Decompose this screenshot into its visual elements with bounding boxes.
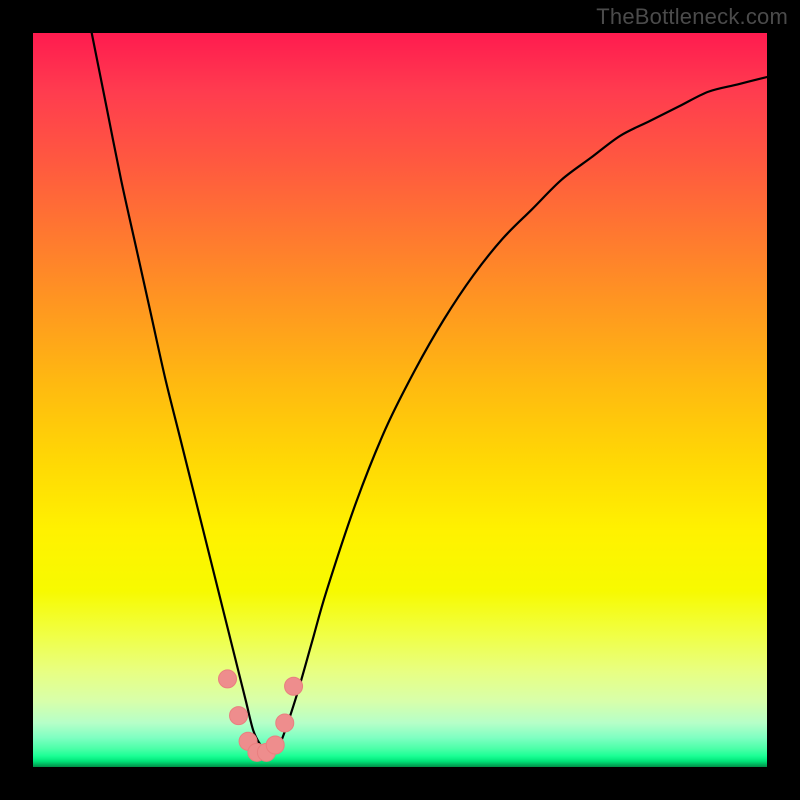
marker-point xyxy=(219,670,237,688)
marker-point xyxy=(266,736,284,754)
bottleneck-curve xyxy=(77,33,767,754)
marker-point xyxy=(285,677,303,695)
watermark-text: TheBottleneck.com xyxy=(596,4,788,30)
plot-area xyxy=(33,33,767,767)
marker-layer xyxy=(219,670,303,761)
chart-svg xyxy=(33,33,767,767)
marker-point xyxy=(276,714,294,732)
outer-frame: TheBottleneck.com xyxy=(0,0,800,800)
curve-layer xyxy=(77,33,767,754)
marker-point xyxy=(230,707,248,725)
